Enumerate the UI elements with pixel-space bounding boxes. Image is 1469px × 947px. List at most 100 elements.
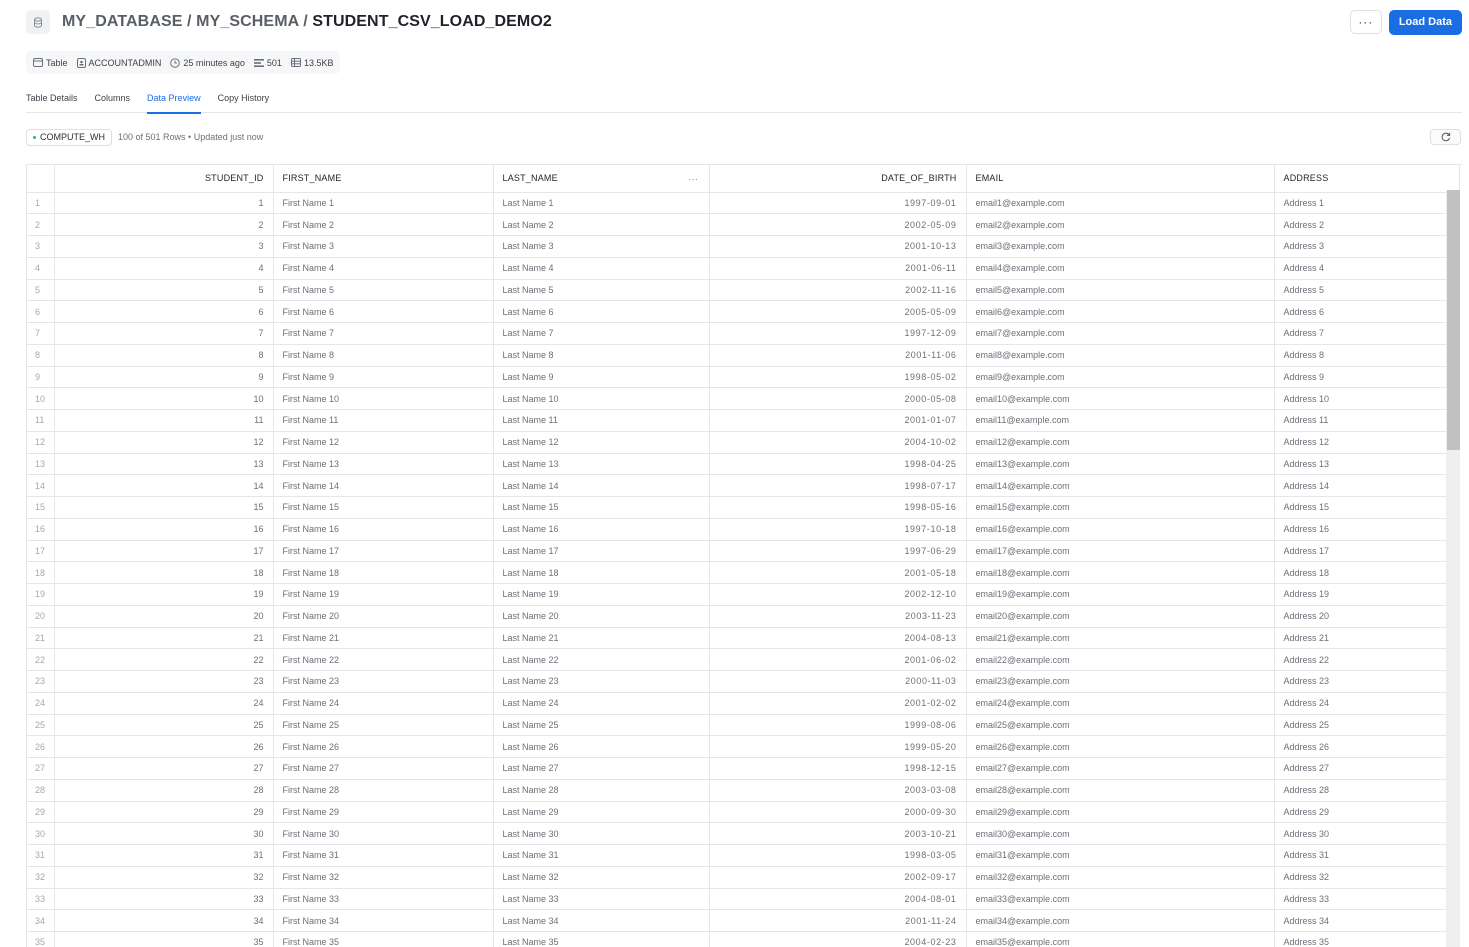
column-header-date-of-birth[interactable]: DATE_OF_BIRTH	[709, 165, 967, 193]
cell-first-name[interactable]: First Name 19	[273, 583, 494, 606]
table-row[interactable]: 7 7 First Name 7 Last Name 7 1997-12-09 email…	[27, 322, 1447, 345]
cell-student-id[interactable]: 3	[54, 235, 274, 258]
cell-email[interactable]: email3@example.com	[966, 235, 1275, 258]
cell-date-of-birth[interactable]: 1998-05-02	[709, 366, 967, 389]
cell-student-id[interactable]: 8	[54, 344, 274, 367]
cell-first-name[interactable]: First Name 16	[273, 518, 494, 541]
column-header-student-id[interactable]: STUDENT_ID	[54, 165, 274, 193]
table-row[interactable]: 17 17 First Name 17 Last Name 17 1997-06-29 e…	[27, 540, 1447, 563]
cell-address[interactable]: Address 20	[1274, 605, 1447, 628]
cell-address[interactable]: Address 25	[1274, 714, 1447, 737]
cell-student-id[interactable]: 21	[54, 627, 274, 650]
cell-date-of-birth[interactable]: 2000-09-30	[709, 801, 967, 824]
cell-last-name[interactable]: Last Name 4	[493, 257, 710, 280]
cell-email[interactable]: email26@example.com	[966, 735, 1275, 758]
cell-date-of-birth[interactable]: 2002-09-17	[709, 866, 967, 889]
cell-email[interactable]: email17@example.com	[966, 540, 1275, 563]
cell-last-name[interactable]: Last Name 13	[493, 453, 710, 476]
cell-address[interactable]: Address 9	[1274, 366, 1447, 389]
cell-student-id[interactable]: 26	[54, 735, 274, 758]
tab-copy-history[interactable]: Copy History	[218, 87, 270, 113]
cell-email[interactable]: email13@example.com	[966, 453, 1275, 476]
cell-email[interactable]: email35@example.com	[966, 931, 1275, 947]
cell-student-id[interactable]: 24	[54, 692, 274, 715]
cell-first-name[interactable]: First Name 31	[273, 844, 494, 867]
cell-date-of-birth[interactable]: 2001-10-13	[709, 235, 967, 258]
cell-student-id[interactable]: 16	[54, 518, 274, 541]
cell-email[interactable]: email1@example.com	[966, 192, 1275, 215]
cell-student-id[interactable]: 23	[54, 670, 274, 693]
table-row[interactable]: 26 26 First Name 26 Last Name 26 1999-05-20 e…	[27, 735, 1447, 758]
table-row[interactable]: 4 4 First Name 4 Last Name 4 2001-06-11 email…	[27, 257, 1447, 280]
cell-date-of-birth[interactable]: 2001-01-07	[709, 409, 967, 432]
cell-first-name[interactable]: First Name 8	[273, 344, 494, 367]
cell-first-name[interactable]: First Name 2	[273, 213, 494, 236]
cell-student-id[interactable]: 19	[54, 583, 274, 606]
cell-last-name[interactable]: Last Name 30	[493, 822, 710, 845]
cell-student-id[interactable]: 18	[54, 561, 274, 584]
cell-email[interactable]: email34@example.com	[966, 909, 1275, 932]
cell-first-name[interactable]: First Name 13	[273, 453, 494, 476]
cell-last-name[interactable]: Last Name 19	[493, 583, 710, 606]
table-row[interactable]: 10 10 First Name 10 Last Name 10 2000-05-08 e…	[27, 387, 1447, 410]
cell-email[interactable]: email14@example.com	[966, 474, 1275, 497]
column-header-last-name[interactable]: LAST_NAME ···	[493, 165, 710, 193]
cell-email[interactable]: email12@example.com	[966, 431, 1275, 454]
cell-date-of-birth[interactable]: 2004-02-23	[709, 931, 967, 947]
cell-student-id[interactable]: 28	[54, 779, 274, 802]
cell-last-name[interactable]: Last Name 7	[493, 322, 710, 345]
cell-student-id[interactable]: 13	[54, 453, 274, 476]
cell-first-name[interactable]: First Name 22	[273, 648, 494, 671]
cell-email[interactable]: email22@example.com	[966, 648, 1275, 671]
cell-email[interactable]: email6@example.com	[966, 300, 1275, 323]
cell-student-id[interactable]: 10	[54, 387, 274, 410]
cell-date-of-birth[interactable]: 1997-12-09	[709, 322, 967, 345]
cell-address[interactable]: Address 4	[1274, 257, 1447, 280]
cell-student-id[interactable]: 32	[54, 866, 274, 889]
cell-date-of-birth[interactable]: 1998-03-05	[709, 844, 967, 867]
cell-last-name[interactable]: Last Name 17	[493, 540, 710, 563]
cell-date-of-birth[interactable]: 1999-08-06	[709, 714, 967, 737]
cell-first-name[interactable]: First Name 26	[273, 735, 494, 758]
cell-email[interactable]: email2@example.com	[966, 213, 1275, 236]
cell-email[interactable]: email23@example.com	[966, 670, 1275, 693]
cell-email[interactable]: email21@example.com	[966, 627, 1275, 650]
cell-email[interactable]: email32@example.com	[966, 866, 1275, 889]
cell-last-name[interactable]: Last Name 14	[493, 474, 710, 497]
table-row[interactable]: 3 3 First Name 3 Last Name 3 2001-10-13 email…	[27, 235, 1447, 258]
cell-last-name[interactable]: Last Name 3	[493, 235, 710, 258]
table-row[interactable]: 35 35 First Name 35 Last Name 35 2004-02-23 e…	[27, 931, 1447, 947]
cell-date-of-birth[interactable]: 2002-12-10	[709, 583, 967, 606]
cell-first-name[interactable]: First Name 28	[273, 779, 494, 802]
cell-first-name[interactable]: First Name 18	[273, 561, 494, 584]
cell-first-name[interactable]: First Name 34	[273, 909, 494, 932]
cell-address[interactable]: Address 17	[1274, 540, 1447, 563]
column-menu-icon[interactable]: ···	[688, 174, 699, 184]
table-row[interactable]: 25 25 First Name 25 Last Name 25 1999-08-06 e…	[27, 714, 1447, 737]
cell-first-name[interactable]: First Name 12	[273, 431, 494, 454]
cell-last-name[interactable]: Last Name 10	[493, 387, 710, 410]
cell-email[interactable]: email30@example.com	[966, 822, 1275, 845]
cell-last-name[interactable]: Last Name 20	[493, 605, 710, 628]
table-row[interactable]: 14 14 First Name 14 Last Name 14 1998-07-17 e…	[27, 474, 1447, 497]
cell-address[interactable]: Address 27	[1274, 757, 1447, 780]
cell-address[interactable]: Address 34	[1274, 909, 1447, 932]
cell-last-name[interactable]: Last Name 22	[493, 648, 710, 671]
cell-email[interactable]: email33@example.com	[966, 888, 1275, 911]
cell-student-id[interactable]: 25	[54, 714, 274, 737]
table-row[interactable]: 19 19 First Name 19 Last Name 19 2002-12-10 e…	[27, 583, 1447, 606]
cell-email[interactable]: email5@example.com	[966, 279, 1275, 302]
cell-address[interactable]: Address 26	[1274, 735, 1447, 758]
cell-last-name[interactable]: Last Name 29	[493, 801, 710, 824]
table-row[interactable]: 30 30 First Name 30 Last Name 30 2003-10-21 e…	[27, 822, 1447, 845]
cell-last-name[interactable]: Last Name 27	[493, 757, 710, 780]
cell-first-name[interactable]: First Name 11	[273, 409, 494, 432]
cell-first-name[interactable]: First Name 17	[273, 540, 494, 563]
cell-first-name[interactable]: First Name 20	[273, 605, 494, 628]
cell-date-of-birth[interactable]: 2003-11-23	[709, 605, 967, 628]
cell-last-name[interactable]: Last Name 11	[493, 409, 710, 432]
cell-date-of-birth[interactable]: 2004-10-02	[709, 431, 967, 454]
cell-date-of-birth[interactable]: 1997-09-01	[709, 192, 967, 215]
cell-student-id[interactable]: 7	[54, 322, 274, 345]
cell-date-of-birth[interactable]: 2004-08-01	[709, 888, 967, 911]
